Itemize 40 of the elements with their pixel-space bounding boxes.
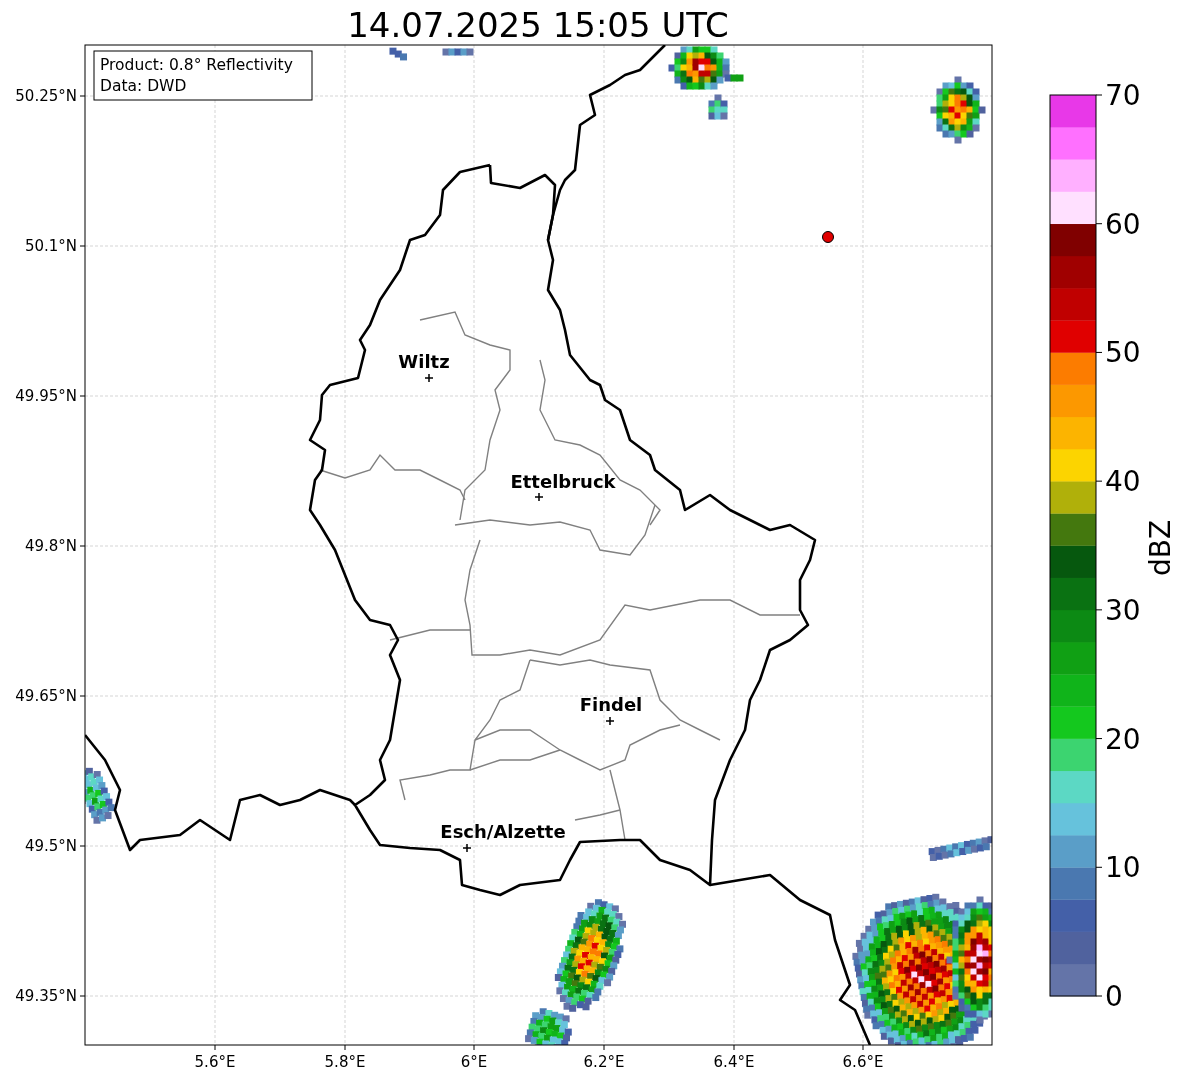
colorbar-tick-label: 40 bbox=[1105, 465, 1141, 499]
chart-title: 14.07.2025 15:05 UTC bbox=[347, 5, 729, 45]
longitude-label: 5.8°E bbox=[324, 1053, 366, 1071]
colorbar-tick-label: 10 bbox=[1105, 851, 1141, 885]
city-marker bbox=[534, 492, 544, 502]
latitude-label: 49.65°N bbox=[15, 687, 77, 705]
latitude-label: 50.25°N bbox=[15, 87, 77, 105]
city-label: Ettelbruck bbox=[510, 471, 616, 492]
city-label: Findel bbox=[579, 694, 643, 715]
longitude-label: 6.6°E bbox=[842, 1053, 884, 1071]
latitude-label: 49.95°N bbox=[15, 387, 77, 405]
city-marker bbox=[424, 373, 434, 383]
colorbar-tick-label: 60 bbox=[1105, 207, 1141, 241]
colorbar-tick-label: 50 bbox=[1105, 336, 1141, 370]
longitude-label: 6°E bbox=[460, 1053, 488, 1071]
info-text: Product: 0.8° Reflectivity bbox=[100, 56, 293, 74]
radar-echo bbox=[389, 47, 407, 61]
longitude-label: 6.2°E bbox=[583, 1053, 625, 1071]
radar-echo bbox=[708, 94, 728, 120]
colorbar-tick-label: 0 bbox=[1105, 980, 1123, 1013]
latitude-label: 50.1°N bbox=[24, 237, 77, 255]
radar-echo bbox=[928, 836, 992, 861]
longitude-label: 5.6°E bbox=[194, 1053, 236, 1071]
info-text: Data: DWD bbox=[100, 77, 187, 95]
colorbar-tick-label: 30 bbox=[1105, 593, 1141, 627]
city-label: Esch/Alzette bbox=[440, 821, 566, 842]
city-label: Wiltz bbox=[398, 351, 450, 372]
latitude-label: 49.5°N bbox=[24, 837, 77, 855]
longitude-label: 6.4°E bbox=[713, 1053, 755, 1071]
latitude-label: 49.8°N bbox=[24, 537, 77, 555]
colorbar-title: dBZ bbox=[1144, 519, 1177, 577]
city-marker bbox=[462, 843, 472, 853]
colorbar-tick-label: 70 bbox=[1105, 79, 1141, 112]
radar-echo bbox=[85, 767, 115, 824]
radar-site-marker bbox=[822, 231, 834, 243]
colorbar-tick-label: 20 bbox=[1105, 722, 1141, 756]
radar-echo bbox=[442, 48, 474, 56]
latitude-label: 49.35°N bbox=[15, 987, 77, 1005]
city-marker bbox=[605, 716, 615, 726]
radar-echo bbox=[930, 76, 986, 144]
